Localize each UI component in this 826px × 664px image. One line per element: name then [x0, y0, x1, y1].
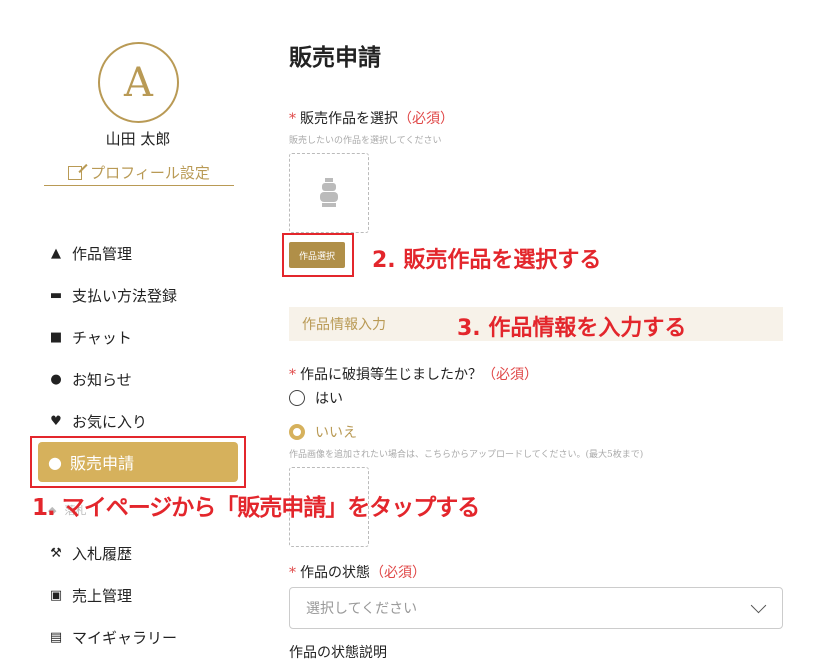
bell-icon: ●: [50, 371, 62, 387]
sidebar-item-artworks[interactable]: ▲ 作品管理: [30, 232, 250, 274]
sidebar-item-label: 入札履歴: [72, 544, 133, 563]
sidebar-item-sale-application[interactable]: ● 販売申請: [38, 442, 238, 482]
section-header-label: 作品情報入力: [302, 317, 386, 333]
wallet-icon: ▣: [49, 587, 63, 603]
select-artwork-button[interactable]: 作品選択: [289, 242, 345, 268]
sidebar-item-gallery[interactable]: ▤ マイギャラリー: [30, 616, 250, 658]
condition-label: * 作品の状態（必須）: [289, 565, 426, 581]
product-select-label: * 販売作品を選択（必須）: [289, 111, 454, 127]
profile-settings-link[interactable]: プロフィール設定: [44, 160, 234, 186]
annotation-step-2: 2. 販売作品を選択する: [372, 248, 602, 273]
avatar-letter: A: [124, 59, 153, 106]
annotation-step-1: 1. マイページから「販売申請」をタップする: [32, 495, 480, 521]
avatar: A: [98, 42, 179, 123]
condition-select-placeholder: 選択してください: [306, 601, 418, 617]
page-title: 販売申請: [289, 44, 381, 71]
radio-circle-selected: [289, 424, 305, 440]
profile-settings-label: プロフィール設定: [90, 164, 210, 182]
sidebar-item-bid-history[interactable]: ⚒ 入札履歴: [30, 532, 250, 574]
condition-select[interactable]: 選択してください: [289, 587, 783, 629]
product-select-hint: 販売したいの作品を選択してください: [289, 136, 442, 146]
user-name: 山田 太郎: [105, 130, 171, 148]
sidebar-item-payment[interactable]: ▬ 支払い方法登録: [30, 274, 250, 316]
required-asterisk: *: [289, 367, 296, 383]
radio-no[interactable]: いいえ: [289, 422, 357, 442]
edit-icon: [68, 165, 83, 180]
sidebar-item-label: お知らせ: [72, 370, 132, 389]
radio-label: はい: [315, 391, 343, 407]
damage-question-label: * 作品に破損等生じましたか？（必須）: [289, 367, 538, 383]
sidebar-item-label: 販売申請: [69, 454, 134, 473]
sidebar-item-sales[interactable]: ▣ 売上管理: [30, 574, 250, 616]
required-asterisk: *: [289, 565, 296, 581]
sidebar-item-chat[interactable]: ■ チャット: [30, 316, 250, 358]
annotation-step-3: 3. 作品情報を入力する: [457, 316, 687, 341]
gavel-icon: ⚒: [50, 545, 62, 561]
chat-icon: ■: [49, 329, 63, 345]
vase-icon: [319, 178, 339, 208]
upload-hint: 作品画像を追加されたい場合は、こちらからアップロードしてください。(最大5枚まで…: [289, 450, 644, 460]
sidebar-item-label: チャット: [72, 328, 132, 347]
sidebar-item-label: 支払い方法登録: [72, 286, 178, 305]
sidebar-item-label: マイギャラリー: [72, 628, 178, 647]
sidebar-item-label: お気に入り: [72, 412, 148, 431]
product-thumbnail[interactable]: [289, 153, 369, 233]
sidebar-item-label: 作品管理: [72, 244, 133, 263]
sidebar-item-label: 売上管理: [72, 586, 133, 605]
radio-yes[interactable]: はい: [289, 388, 343, 408]
heart-icon: ♥: [50, 413, 62, 429]
sidebar-menu: ▲ 作品管理 ▬ 支払い方法登録 ■ チャット ● お知らせ ♥ お気に入り ⚒…: [30, 232, 250, 658]
chevron-down-icon: [750, 597, 767, 613]
image-icon: ▤: [49, 629, 63, 645]
hand-coin-icon: ●: [48, 452, 62, 472]
radio-label: いいえ: [315, 425, 357, 441]
artwork-icon: ▲: [51, 245, 61, 261]
condition-description-label: 作品の状態説明: [289, 645, 387, 661]
radio-circle: [289, 390, 305, 406]
credit-card-icon: ▬: [49, 287, 63, 303]
required-asterisk: *: [289, 111, 296, 127]
sidebar-item-notifications[interactable]: ● お知らせ: [30, 358, 250, 400]
